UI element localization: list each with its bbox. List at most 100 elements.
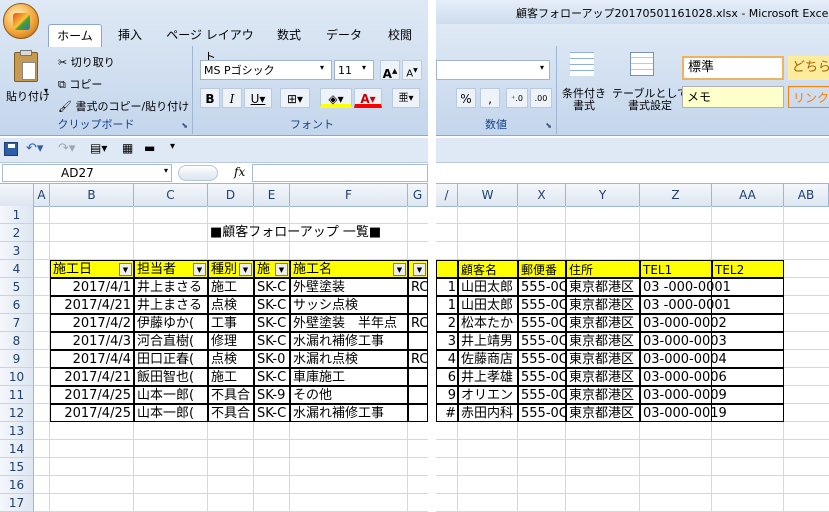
data-cell[interactable]: 山本一郎( (134, 386, 208, 404)
row-header[interactable]: 1 (0, 206, 34, 224)
data-cell[interactable]: 外壁塗装 半年点 (290, 314, 408, 332)
column-header[interactable]: AB (784, 184, 829, 206)
data-cell[interactable]: 03-000-0006 (640, 368, 784, 386)
fill-color-button[interactable]: ◈▾ (320, 88, 352, 108)
data-cell[interactable]: 井上まさる (134, 278, 208, 296)
undo-icon[interactable]: ↶▾ (26, 141, 43, 156)
data-cell[interactable]: RC (408, 278, 428, 296)
data-cell[interactable]: 井上靖男 (458, 332, 518, 350)
column-header[interactable]: Y (566, 184, 640, 206)
data-cell[interactable]: SK-C (254, 332, 290, 350)
data-cell[interactable]: 山田太郎 (458, 296, 518, 314)
data-cell[interactable]: 555-0C (518, 368, 566, 386)
data-cell[interactable]: # (436, 404, 458, 422)
font-size-select[interactable]: 11 (334, 60, 374, 80)
font-color-button[interactable]: A▾ (354, 88, 382, 108)
cut-button[interactable]: ✂ 切り取り (58, 54, 115, 70)
redo-icon[interactable]: ↷▾ (58, 141, 75, 156)
data-cell[interactable]: 2017/4/21 (50, 296, 134, 314)
data-cell[interactable]: 555-0C (518, 278, 566, 296)
data-cell[interactable]: 車庫施工 (290, 368, 408, 386)
data-cell[interactable]: 555-0C (518, 296, 566, 314)
customize-qat-icon[interactable]: ▾ (170, 141, 175, 152)
data-cell[interactable]: 修理 (208, 332, 254, 350)
data-cell[interactable]: 東京都港区 (566, 314, 640, 332)
style-memo[interactable]: メモ (682, 86, 784, 108)
row-header[interactable]: 9 (0, 350, 34, 368)
row-header[interactable]: 3 (0, 242, 34, 260)
decrease-decimal-button[interactable]: .00 (530, 88, 552, 108)
bold-button[interactable]: B (200, 88, 220, 108)
grow-font-button[interactable]: A▲ (380, 60, 400, 81)
data-cell[interactable]: 井上まさる (134, 296, 208, 314)
data-cell[interactable]: SK-C (254, 296, 290, 314)
tab-home[interactable]: ホーム (48, 24, 102, 47)
data-cell[interactable]: 3 (436, 332, 458, 350)
format-painter-button[interactable]: 🖌 書式のコピー/貼り付け (58, 98, 189, 114)
data-cell[interactable]: 不具合 (208, 386, 254, 404)
row-header[interactable]: 5 (0, 278, 34, 296)
conditional-format-icon[interactable] (570, 52, 594, 76)
row-header[interactable]: 7 (0, 314, 34, 332)
conditional-format-button[interactable]: 条件付き 書式 (562, 88, 606, 112)
data-cell[interactable]: 2017/4/4 (50, 350, 134, 368)
data-cell[interactable]: 6 (436, 368, 458, 386)
data-cell[interactable]: 9 (436, 386, 458, 404)
data-cell[interactable]: 点検 (208, 350, 254, 368)
phonetic-button[interactable]: 亜▾ (392, 88, 420, 108)
data-cell[interactable]: SK-C (254, 278, 290, 296)
row-header[interactable]: 13 (0, 422, 34, 440)
tab-review[interactable]: 校閲 (376, 24, 424, 46)
dialog-launcher-icon[interactable]: ⬊ (181, 121, 188, 130)
data-cell[interactable]: 03 -000-0001 (640, 278, 784, 296)
shrink-font-button[interactable]: A▼ (402, 60, 422, 80)
row-header[interactable]: 4 (0, 260, 34, 278)
column-header[interactable]: AA (712, 184, 784, 206)
column-header[interactable]: A (34, 184, 50, 206)
data-cell[interactable]: 555-0C (518, 314, 566, 332)
number-format-select[interactable] (436, 60, 550, 80)
data-cell[interactable]: 東京都港区 (566, 278, 640, 296)
column-header[interactable]: E (254, 184, 290, 206)
data-cell[interactable]: オリエント (458, 386, 518, 404)
data-cell[interactable]: 555-0C (518, 404, 566, 422)
data-cell[interactable] (408, 386, 428, 404)
data-cell[interactable]: 2 (436, 314, 458, 332)
row-header[interactable]: 14 (0, 440, 34, 458)
tab-insert[interactable]: 挿入 (108, 24, 152, 46)
data-cell[interactable]: RC (408, 350, 428, 368)
column-header[interactable]: W (458, 184, 518, 206)
column-header[interactable]: B (50, 184, 134, 206)
underline-button[interactable]: U▾ (244, 88, 272, 108)
formula-input[interactable] (252, 164, 428, 182)
form-icon[interactable]: ▦ (122, 141, 133, 155)
data-cell[interactable]: 03-000-0009 (640, 386, 784, 404)
column-header[interactable]: / (436, 184, 458, 206)
data-cell[interactable]: 東京都港区 (566, 350, 640, 368)
style-link[interactable]: リンク (788, 86, 829, 108)
data-cell[interactable]: 555-0C (518, 332, 566, 350)
tab-data[interactable]: データ (322, 24, 366, 46)
filter-dropdown-icon[interactable]: ▼ (119, 263, 132, 276)
data-cell[interactable]: 2017/4/25 (50, 386, 134, 404)
format-as-table-icon[interactable] (630, 52, 654, 76)
data-cell[interactable]: SK-0 (254, 350, 290, 368)
data-cell[interactable]: 山田太郎 (458, 278, 518, 296)
name-box[interactable]: AD27 (2, 164, 172, 182)
data-cell[interactable]: 水漏れ補修工事 (290, 404, 408, 422)
data-cell[interactable]: RC (408, 314, 428, 332)
row-header[interactable]: 11 (0, 386, 34, 404)
data-cell[interactable]: 03-000-0019 (640, 404, 784, 422)
font-name-select[interactable]: MS Pゴシック (200, 60, 332, 80)
data-cell[interactable]: 2017/4/1 (50, 278, 134, 296)
row-header[interactable]: 6 (0, 296, 34, 314)
row-header[interactable]: 17 (0, 494, 34, 512)
column-header[interactable]: X (518, 184, 566, 206)
data-cell[interactable] (408, 404, 428, 422)
data-cell[interactable]: 2017/4/21 (50, 368, 134, 386)
data-cell[interactable]: 555-0C (518, 386, 566, 404)
column-header[interactable]: G (408, 184, 428, 206)
data-cell[interactable]: 赤田内科 (458, 404, 518, 422)
name-box-dropdown-icon[interactable]: ▾ (164, 166, 168, 175)
data-cell[interactable]: 松本たか (458, 314, 518, 332)
